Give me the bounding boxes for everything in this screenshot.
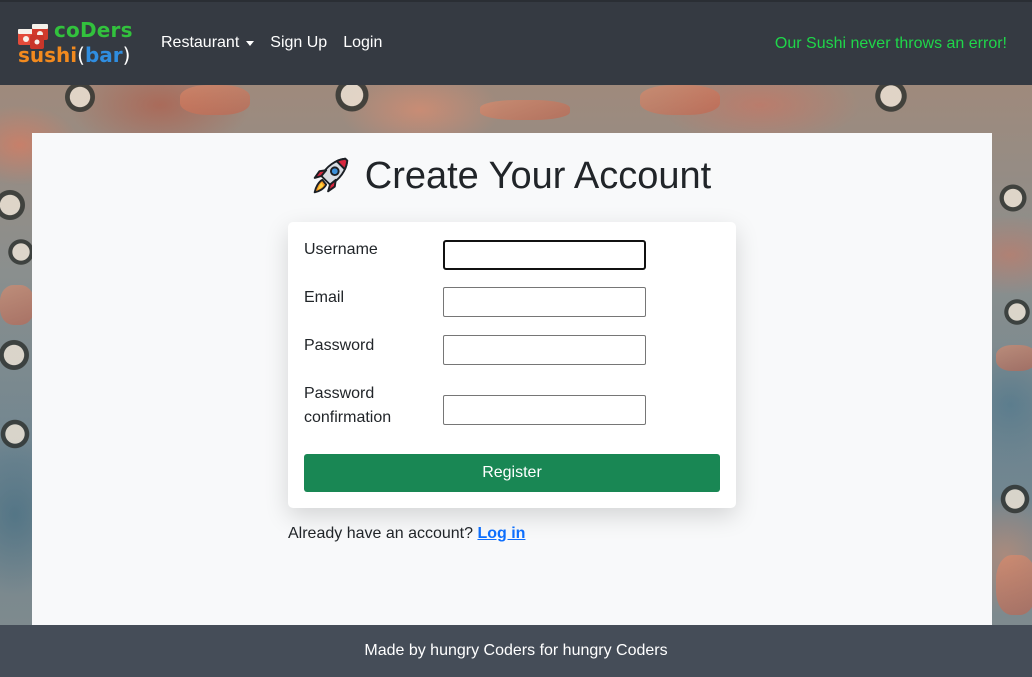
nav-restaurant-dropdown[interactable]: Restaurant	[161, 34, 255, 52]
nav-restaurant-label: Restaurant	[161, 34, 240, 51]
nav-links: Restaurant Sign Up Login	[161, 34, 398, 52]
signup-form: Username Email Password Password confirm…	[288, 222, 736, 508]
logo-text-sushi: sushi	[18, 43, 78, 67]
password-confirmation-label: Password confirmation	[304, 382, 391, 430]
username-input[interactable]	[443, 240, 646, 270]
username-label: Username	[304, 241, 378, 258]
rocket-icon	[313, 157, 348, 194]
login-prompt: Already have an account? Log in	[288, 525, 525, 543]
password-input[interactable]	[443, 335, 646, 365]
footer: Made by hungry Coders for hungry Coders	[0, 625, 1032, 677]
logo-paren-close: )	[122, 43, 131, 67]
password-confirmation-label-line2: confirmation	[304, 409, 392, 426]
nav-signup-link[interactable]: Sign Up	[270, 34, 327, 52]
caret-down-icon	[246, 40, 255, 46]
password-confirmation-label-line1: Password	[304, 385, 375, 402]
page-title: Create Your Account	[32, 153, 992, 199]
logo-text-coders: coDers	[54, 18, 133, 42]
password-confirmation-input[interactable]	[443, 395, 646, 425]
register-button[interactable]: Register	[304, 454, 720, 492]
navbar: coDers sushi(bar) Restaurant Sign Up Log…	[0, 0, 1032, 85]
main-content: Create Your Account Username Email Passw…	[32, 133, 992, 625]
tagline: Our Sushi never throws an error!	[774, 35, 1007, 52]
password-label: Password	[304, 337, 375, 354]
logo-text-bar: bar	[84, 43, 123, 67]
page-title-text: Create Your Account	[364, 154, 712, 197]
logo-paren-open: (	[77, 43, 85, 67]
logo-text-sushibar: sushi(bar)	[18, 43, 130, 67]
brand-logo[interactable]: coDers sushi(bar)	[16, 18, 140, 71]
email-label: Email	[304, 289, 345, 306]
email-input[interactable]	[443, 287, 646, 317]
login-prompt-text: Already have an account?	[288, 525, 474, 542]
footer-text: Made by hungry Coders for hungry Coders	[364, 642, 668, 659]
login-link[interactable]: Log in	[477, 525, 525, 542]
nav-login-link[interactable]: Login	[343, 34, 382, 52]
